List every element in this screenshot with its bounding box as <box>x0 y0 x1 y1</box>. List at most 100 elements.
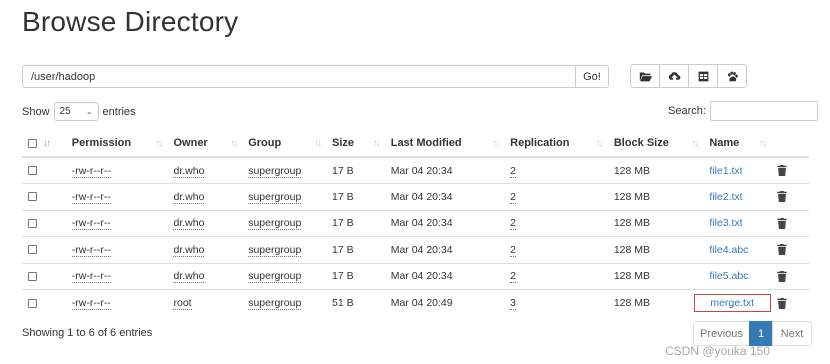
explorer-button[interactable] <box>717 64 747 88</box>
group-value[interactable]: supergroup <box>248 190 302 204</box>
file-name-link[interactable]: file1.txt <box>709 165 742 177</box>
size-header-label: Size <box>331 137 354 149</box>
permission-cell: -rw-r--r-- <box>65 209 168 237</box>
file-listing-table: ↓↑ Permission ↑↓ Owner ↑↓ Group ↑↓ Size ↑↓ L… <box>22 130 809 316</box>
replication-value[interactable]: 2 <box>510 270 516 284</box>
select-all-checkbox[interactable] <box>28 138 37 148</box>
owner-header[interactable]: Owner ↑↓ <box>167 130 243 158</box>
sort-icon: ↓↑ <box>42 138 51 149</box>
file-name-link[interactable]: file2.txt <box>709 191 742 203</box>
file-name-link[interactable]: file3.txt <box>709 217 742 229</box>
permission-value[interactable]: -rw-r--r-- <box>71 164 111 178</box>
create-directory-button[interactable] <box>630 64 660 88</box>
size-header[interactable]: Size ↑↓ <box>325 130 385 158</box>
owner-cell: dr.who <box>167 209 243 237</box>
owner-value[interactable]: dr.who <box>173 190 205 204</box>
permission-cell: -rw-r--r-- <box>65 262 168 290</box>
replication-cell: 2 <box>504 209 608 237</box>
file-name-link[interactable]: merge.txt <box>710 297 754 309</box>
trash-icon <box>777 244 787 256</box>
last-modified-cell: Mar 04 20:34 <box>384 209 505 237</box>
go-button[interactable]: Go! <box>576 65 609 88</box>
row-checkbox[interactable] <box>28 298 37 308</box>
page-1-button[interactable]: 1 <box>749 321 773 346</box>
search-input[interactable] <box>709 101 818 121</box>
entries-select[interactable]: 25 ⌄ <box>53 102 99 121</box>
replication-value[interactable]: 3 <box>510 297 516 310</box>
name-cell: file1.txt <box>703 156 772 184</box>
group-value[interactable]: supergroup <box>248 217 302 231</box>
table-row: -rw-r--r-- dr.who supergroup 17 B Mar 04 20:… <box>22 156 809 184</box>
cut-paste-button[interactable] <box>688 64 718 88</box>
next-page-button[interactable]: Next <box>772 321 812 346</box>
permission-value[interactable]: -rw-r--r-- <box>71 217 111 231</box>
owner-value[interactable]: dr.who <box>173 270 205 284</box>
file-name-link[interactable]: file5.abc <box>709 270 748 282</box>
table-row: -rw-r--r-- dr.who supergroup 17 B Mar 04 20:… <box>22 183 809 210</box>
group-value[interactable]: supergroup <box>248 270 302 284</box>
table-header-row: ↓↑ Permission ↑↓ Owner ↑↓ Group ↑↓ Size ↑↓ L… <box>22 130 809 158</box>
group-value[interactable]: supergroup <box>248 297 302 310</box>
permission-header[interactable]: Permission ↑↓ <box>65 130 168 158</box>
trash-icon <box>777 270 787 282</box>
search-control: Search: <box>668 101 818 121</box>
name-header-label: Name <box>709 137 740 149</box>
group-value[interactable]: supergroup <box>248 164 302 178</box>
sort-icon: ↑↓ <box>155 138 163 149</box>
block-size-header[interactable]: Block Size ↑↓ <box>607 130 704 158</box>
delete-button[interactable] <box>777 191 787 203</box>
owner-value[interactable]: root <box>173 297 192 310</box>
row-checkbox[interactable] <box>28 218 37 228</box>
select-cell <box>22 289 43 316</box>
previous-page-button[interactable]: Previous <box>693 321 750 346</box>
owner-value[interactable]: dr.who <box>173 217 205 231</box>
row-checkbox[interactable] <box>28 271 37 281</box>
group-value[interactable]: supergroup <box>248 243 302 257</box>
select-cell <box>22 262 43 290</box>
permission-cell: -rw-r--r-- <box>65 156 168 184</box>
trash-icon <box>777 165 787 177</box>
permission-value[interactable]: -rw-r--r-- <box>71 270 111 284</box>
select-cell <box>22 236 43 263</box>
last-modified-cell: Mar 04 20:34 <box>384 262 505 290</box>
owner-value[interactable]: dr.who <box>173 164 205 178</box>
entries-length-control: Show 25 ⌄ entries <box>22 102 136 121</box>
row-checkbox[interactable] <box>28 192 37 202</box>
type-cell <box>42 289 66 316</box>
select-cell <box>22 156 43 184</box>
permission-value[interactable]: -rw-r--r-- <box>71 297 111 310</box>
replication-header[interactable]: Replication ↑↓ <box>504 130 608 158</box>
owner-value[interactable]: dr.who <box>173 243 205 257</box>
replication-cell: 2 <box>504 183 608 210</box>
upload-button[interactable] <box>659 64 689 88</box>
size-cell: 17 B <box>325 209 385 237</box>
permission-value[interactable]: -rw-r--r-- <box>71 243 111 257</box>
last-modified-header[interactable]: Last Modified ↑↓ <box>384 130 505 158</box>
size-cell: 17 B <box>325 236 385 263</box>
block-size-cell: 128 MB <box>607 236 704 263</box>
table-row: -rw-r--r-- dr.who supergroup 17 B Mar 04 20:… <box>22 262 809 290</box>
path-input[interactable] <box>22 65 576 88</box>
row-checkbox[interactable] <box>28 245 37 255</box>
name-cell: file2.txt <box>703 183 772 210</box>
owner-cell: dr.who <box>167 262 243 290</box>
replication-value[interactable]: 2 <box>510 243 516 257</box>
row-checkbox[interactable] <box>28 166 37 176</box>
replication-value[interactable]: 2 <box>510 190 516 204</box>
type-sort-header[interactable]: ↓↑ <box>42 130 66 158</box>
block-size-cell: 128 MB <box>607 209 704 237</box>
file-name-link[interactable]: file4.abc <box>709 244 748 256</box>
name-header[interactable]: Name ↑↓ <box>703 130 772 158</box>
delete-cell <box>771 156 809 184</box>
delete-button[interactable] <box>777 270 787 282</box>
replication-value[interactable]: 2 <box>510 164 516 178</box>
trash-icon <box>777 217 787 229</box>
replication-value[interactable]: 2 <box>510 217 516 231</box>
delete-button[interactable] <box>777 165 787 177</box>
delete-button[interactable] <box>777 244 787 256</box>
delete-button[interactable] <box>777 217 787 229</box>
group-cell: supergroup <box>242 236 326 263</box>
group-header[interactable]: Group ↑↓ <box>242 130 326 158</box>
permission-value[interactable]: -rw-r--r-- <box>71 190 111 204</box>
delete-button[interactable] <box>777 297 787 309</box>
